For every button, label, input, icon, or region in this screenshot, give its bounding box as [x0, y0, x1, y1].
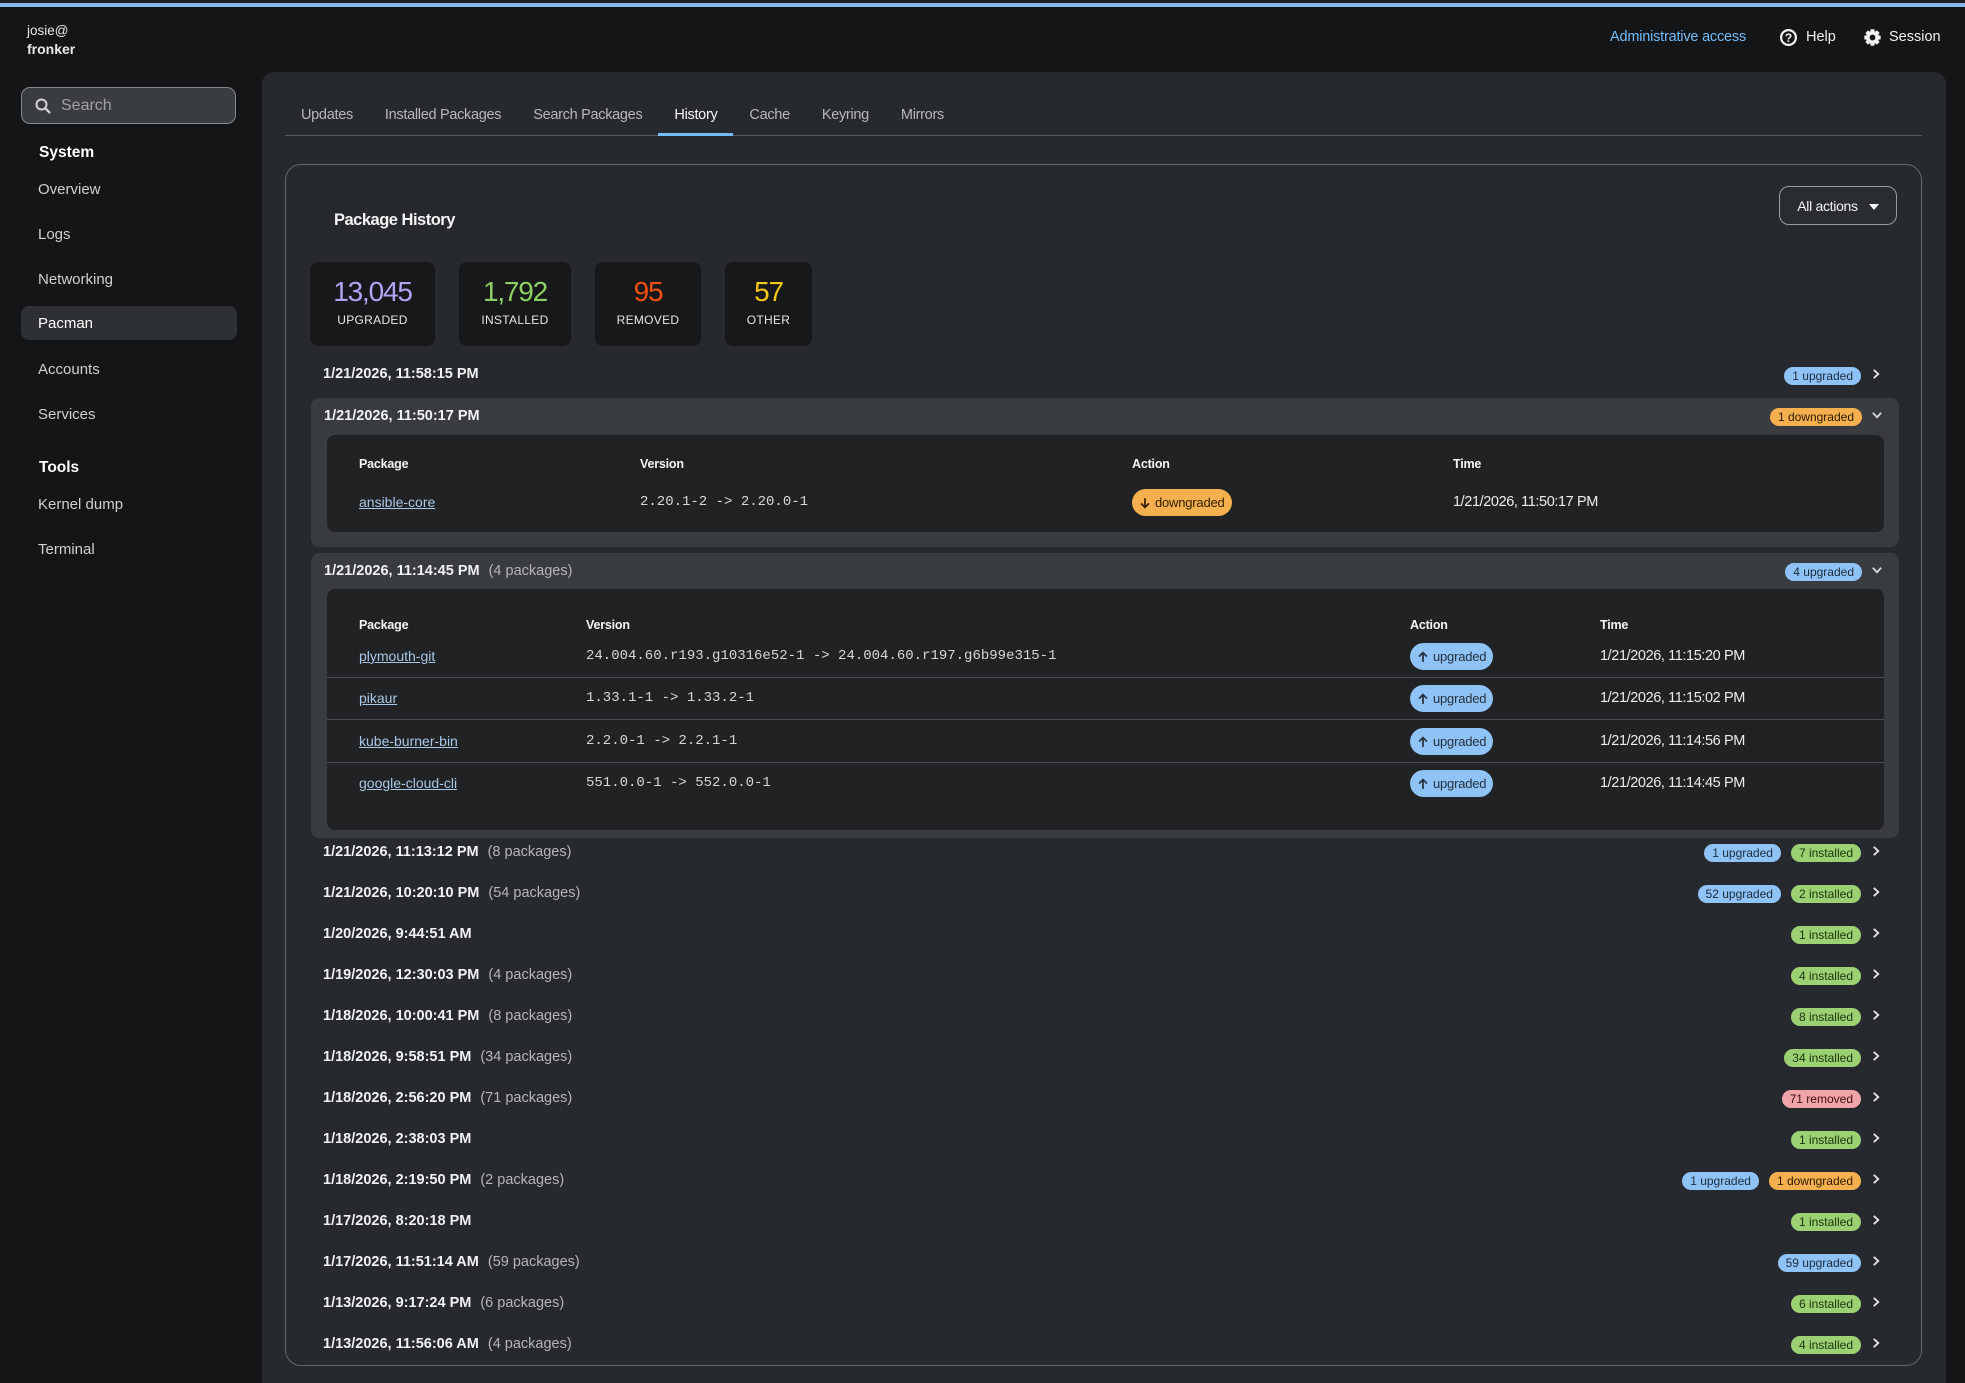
svg-text:?: ?	[1785, 30, 1792, 44]
